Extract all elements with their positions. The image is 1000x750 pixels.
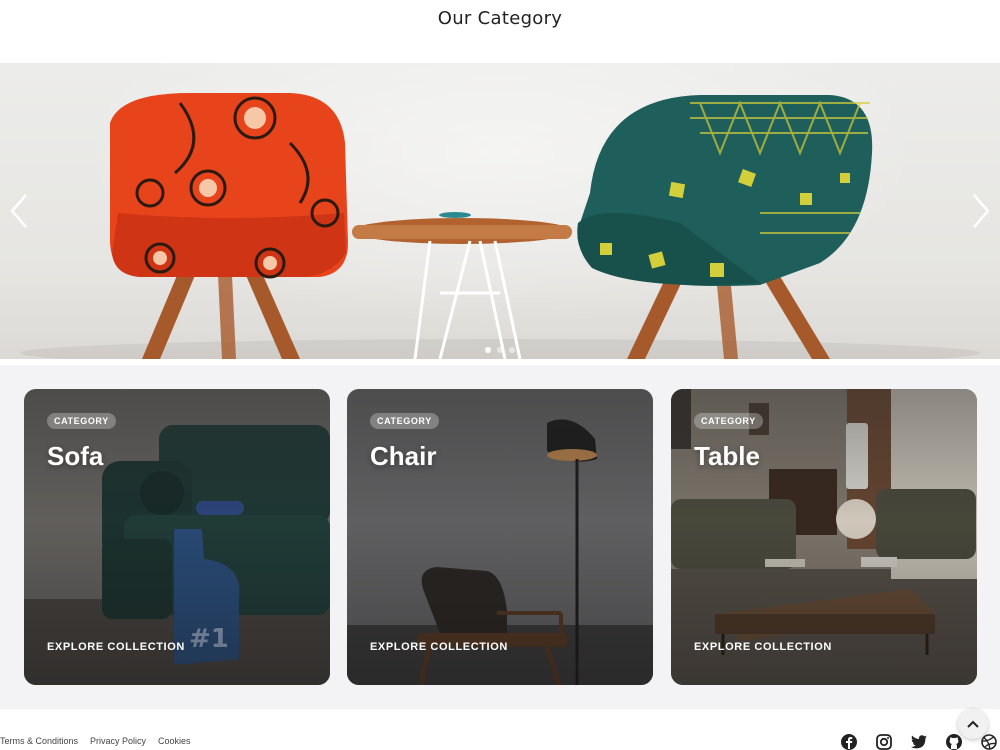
carousel-indicators bbox=[0, 347, 1000, 353]
category-card-chair[interactable]: CATEGORY Chair EXPLORE COLLECTION bbox=[347, 389, 653, 685]
facebook-icon[interactable] bbox=[840, 733, 858, 750]
chevron-left-icon bbox=[10, 194, 27, 228]
carousel-dot[interactable] bbox=[497, 347, 503, 353]
github-icon[interactable] bbox=[945, 733, 963, 750]
category-badge: CATEGORY bbox=[694, 413, 763, 429]
category-title: Sofa bbox=[47, 441, 104, 471]
footer: Terms & Conditions Privacy Policy Cookie… bbox=[0, 709, 1000, 750]
side-table bbox=[352, 212, 572, 359]
hero-carousel bbox=[0, 63, 1000, 359]
page-title: Our Category bbox=[437, 8, 563, 29]
chevron-up-icon bbox=[967, 720, 979, 728]
category-cards-section: #1 CATEGORY Sofa EXPLORE COLLECTION CATE… bbox=[0, 365, 1000, 709]
category-title: Table bbox=[694, 441, 760, 471]
carousel-prev-button[interactable] bbox=[4, 191, 34, 231]
twitter-icon[interactable] bbox=[910, 733, 928, 750]
footer-links: Terms & Conditions Privacy Policy Cookie… bbox=[0, 736, 191, 746]
explore-collection-link[interactable]: EXPLORE COLLECTION bbox=[694, 641, 832, 653]
explore-collection-link[interactable]: EXPLORE COLLECTION bbox=[370, 641, 508, 653]
privacy-policy-link[interactable]: Privacy Policy bbox=[90, 736, 146, 746]
carousel-next-button[interactable] bbox=[966, 191, 996, 231]
dribbble-icon[interactable] bbox=[980, 733, 998, 750]
category-card-table[interactable]: CATEGORY Table EXPLORE COLLECTION bbox=[671, 389, 977, 685]
chevron-right-icon bbox=[973, 194, 990, 228]
terms-link[interactable]: Terms & Conditions bbox=[0, 736, 78, 746]
carousel-dot[interactable] bbox=[485, 347, 491, 353]
social-links bbox=[840, 733, 998, 750]
cookies-link[interactable]: Cookies bbox=[158, 736, 191, 746]
category-title: Chair bbox=[370, 441, 437, 471]
category-badge: CATEGORY bbox=[370, 413, 439, 429]
hero-image bbox=[20, 93, 980, 359]
category-badge: CATEGORY bbox=[47, 413, 116, 429]
category-card-sofa[interactable]: #1 CATEGORY Sofa EXPLORE COLLECTION bbox=[24, 389, 330, 685]
carousel-dot[interactable] bbox=[509, 347, 515, 353]
explore-collection-link[interactable]: EXPLORE COLLECTION bbox=[47, 641, 185, 653]
instagram-icon[interactable] bbox=[875, 733, 893, 750]
